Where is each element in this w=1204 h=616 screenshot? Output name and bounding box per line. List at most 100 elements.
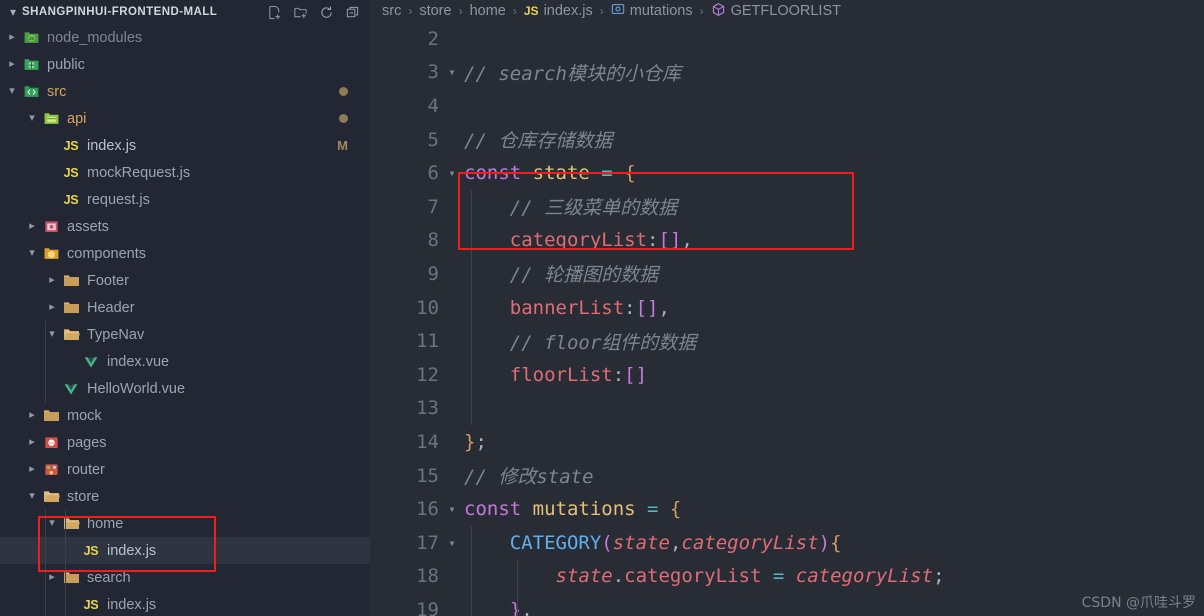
svg-text:JS: JS bbox=[28, 36, 33, 41]
code-line[interactable]: 10 bannerList:[], bbox=[370, 290, 1204, 325]
chevron-down-icon[interactable]: ▾ bbox=[24, 248, 40, 259]
code-line[interactable]: 11 // floor组件的数据 bbox=[370, 324, 1204, 358]
code-line[interactable]: 13 bbox=[370, 391, 1204, 426]
breadcrumb-item-index-js[interactable]: JS index.js bbox=[524, 3, 593, 19]
tree-item-components[interactable]: ▾ components bbox=[0, 240, 370, 267]
chevron-right-icon[interactable]: ▸ bbox=[4, 59, 20, 70]
code-line[interactable]: 12 floorList:[] bbox=[370, 357, 1204, 392]
code-line[interactable]: 8 categoryList:[], bbox=[370, 223, 1204, 258]
svg-text:<>: <> bbox=[49, 440, 54, 445]
breadcrumb-separator: › bbox=[458, 4, 463, 18]
tree-item-index-vue[interactable]: index.vue bbox=[0, 348, 370, 375]
code-line[interactable]: 9 // 轮播图的数据 bbox=[370, 257, 1204, 291]
js-icon: JS bbox=[523, 4, 539, 18]
chevron-down-icon[interactable]: ▾ bbox=[4, 6, 22, 18]
code-line[interactable]: 18 state.categoryList = categoryList; bbox=[370, 559, 1204, 594]
code-token: . bbox=[612, 565, 625, 588]
code-indent-guide bbox=[471, 290, 472, 325]
tree-item-index-js[interactable]: JS index.js M bbox=[0, 132, 370, 159]
fold-chevron-icon[interactable]: ▾ bbox=[442, 502, 462, 516]
code-line[interactable]: 15 // 修改state bbox=[370, 459, 1204, 493]
tree-item-node-modules[interactable]: ▸ JS node_modules bbox=[0, 24, 370, 51]
tree-item-router[interactable]: ▸ router bbox=[0, 456, 370, 483]
tree-item-label: node_modules bbox=[47, 29, 143, 46]
tree-item-typenav[interactable]: ▾ TypeNav bbox=[0, 321, 370, 348]
tree-item-search[interactable]: ▸ search bbox=[0, 564, 370, 591]
chevron-right-icon[interactable]: ▸ bbox=[4, 32, 20, 43]
breadcrumb-item-store[interactable]: store bbox=[419, 3, 451, 19]
tree-item-request-js[interactable]: JS request.js bbox=[0, 186, 370, 213]
chevron-down-icon[interactable]: ▾ bbox=[4, 86, 20, 97]
fold-chevron-icon[interactable]: ▾ bbox=[442, 536, 462, 550]
tree-item-src[interactable]: ▾ src bbox=[0, 78, 370, 105]
tree-item-label: index.js bbox=[107, 596, 157, 613]
fold-chevron-icon[interactable]: ▾ bbox=[442, 166, 462, 180]
code-content[interactable]: 2 3 ▾// search模块的小仓库 4 5// 仓库存储数据 6 ▾ const sta… bbox=[370, 22, 1204, 616]
tree-item-header[interactable]: ▸ Header bbox=[0, 294, 370, 321]
code-line[interactable]: 19 }, bbox=[370, 593, 1204, 616]
explorer-sidebar: ▾ SHANGPINHUI-FRONTEND-MALL ▸ JS node_modu… bbox=[0, 0, 370, 616]
collapse-folders-icon[interactable] bbox=[345, 5, 360, 20]
code-indent-guide bbox=[471, 257, 472, 291]
chevron-right-icon[interactable]: ▸ bbox=[44, 572, 60, 583]
line-number: 9 bbox=[427, 262, 439, 285]
breadcrumb-item-home[interactable]: home bbox=[470, 3, 506, 19]
breadcrumb-item-src[interactable]: src bbox=[382, 3, 401, 19]
code-token: = bbox=[647, 498, 670, 521]
chevron-down-icon[interactable]: ▾ bbox=[44, 518, 60, 529]
breadcrumb-item-getfloorlist[interactable]: GETFLOORLIST bbox=[711, 2, 841, 21]
chevron-right-icon[interactable]: ▸ bbox=[24, 437, 40, 448]
indent-guide bbox=[45, 510, 46, 616]
code-line[interactable]: 7 // 三级菜单的数据 bbox=[370, 189, 1204, 224]
tree-item-store[interactable]: ▾ store bbox=[0, 483, 370, 510]
chevron-right-icon[interactable]: ▸ bbox=[24, 221, 40, 232]
code-token: // floor组件的数据 bbox=[464, 331, 697, 354]
folder-src-icon bbox=[20, 83, 42, 100]
chevron-right-icon[interactable]: ▸ bbox=[44, 302, 60, 313]
new-folder-icon[interactable] bbox=[293, 5, 308, 20]
code-line[interactable]: 3 ▾// search模块的小仓库 bbox=[370, 56, 1204, 90]
tree-item-home[interactable]: ▾ home bbox=[0, 510, 370, 537]
tree-item-public[interactable]: ▸ public bbox=[0, 51, 370, 78]
code-token: [] bbox=[658, 229, 682, 252]
chevron-down-icon[interactable]: ▾ bbox=[24, 491, 40, 502]
tree-item-helloworld-vue[interactable]: HelloWorld.vue bbox=[0, 375, 370, 402]
chevron-down-icon[interactable]: ▾ bbox=[44, 329, 60, 340]
tree-item-api[interactable]: ▾ api bbox=[0, 105, 370, 132]
line-number: 14 bbox=[416, 430, 439, 453]
breadcrumb-label: mutations bbox=[629, 3, 693, 19]
chevron-right-icon[interactable]: ▸ bbox=[24, 410, 40, 421]
tree-item-footer[interactable]: ▸ Footer bbox=[0, 267, 370, 294]
line-number: 15 bbox=[416, 464, 439, 487]
tree-item-mockrequest-js[interactable]: JS mockRequest.js bbox=[0, 159, 370, 186]
tree-item-assets[interactable]: ▸ assets bbox=[0, 213, 370, 240]
line-number: 17 bbox=[416, 531, 439, 554]
code-indent-guide bbox=[471, 525, 472, 560]
chevron-down-icon[interactable]: ▾ bbox=[24, 113, 40, 124]
refresh-explorer-icon[interactable] bbox=[319, 5, 334, 20]
code-token: { bbox=[830, 531, 842, 554]
code-line[interactable]: 14}; bbox=[370, 425, 1204, 459]
folder-node-icon: JS bbox=[20, 29, 42, 46]
indent-guide bbox=[45, 321, 46, 402]
code-token: { bbox=[624, 162, 636, 185]
code-line[interactable]: 16 ▾ const mutations = { bbox=[370, 492, 1204, 526]
fold-chevron-icon[interactable]: ▾ bbox=[442, 65, 462, 79]
breadcrumb-item-mutations[interactable]: mutations bbox=[611, 2, 693, 20]
code-line[interactable]: 5 // 仓库存储数据 bbox=[370, 123, 1204, 157]
new-file-icon[interactable] bbox=[267, 5, 282, 20]
tree-item-index-js[interactable]: JS index.js bbox=[0, 537, 370, 564]
chevron-right-icon[interactable]: ▸ bbox=[44, 275, 60, 286]
chevron-right-icon[interactable]: ▸ bbox=[24, 464, 40, 475]
code-line[interactable]: 2 bbox=[370, 22, 1204, 56]
tree-item-index-js[interactable]: JS index.js bbox=[0, 591, 370, 616]
code-line[interactable]: 4 bbox=[370, 89, 1204, 123]
git-status-badge: M bbox=[337, 138, 348, 153]
code-token: CATEGORY bbox=[464, 531, 602, 554]
tree-item-mock[interactable]: ▸ mock bbox=[0, 402, 370, 429]
code-text: // 轮播图的数据 bbox=[462, 260, 658, 287]
tree-item-pages[interactable]: ▸ <> pages bbox=[0, 429, 370, 456]
code-line[interactable]: 6 ▾ const state = { bbox=[370, 156, 1204, 190]
folder-icon bbox=[60, 299, 82, 316]
code-line[interactable]: 17 ▾ CATEGORY(state,categoryList){ bbox=[370, 525, 1204, 560]
